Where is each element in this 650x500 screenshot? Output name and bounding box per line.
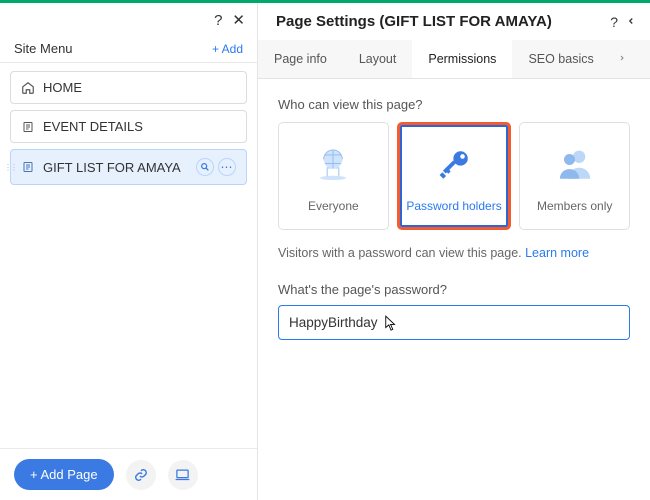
settings-tabs: Page info Layout Permissions SEO basics xyxy=(258,40,650,79)
members-icon xyxy=(553,137,597,193)
chevron-left-icon[interactable] xyxy=(626,14,636,30)
tab-page-info[interactable]: Page info xyxy=(258,40,343,78)
perm-card-members[interactable]: Members only xyxy=(519,122,630,230)
page-item-label: EVENT DETAILS xyxy=(43,119,143,134)
help-icon[interactable]: ? xyxy=(610,14,618,30)
page-list: HOME EVENT DETAILS GIFT LIST FOR AMAYA ⋯ xyxy=(0,63,257,448)
page-item-gift-list[interactable]: GIFT LIST FOR AMAYA ⋯ xyxy=(10,149,247,185)
perm-card-password[interactable]: Password holders xyxy=(397,122,512,230)
learn-more-link[interactable]: Learn more xyxy=(525,246,589,260)
page-item-label: GIFT LIST FOR AMAYA xyxy=(43,160,181,175)
tabs-scroll-right-icon[interactable] xyxy=(610,40,634,78)
close-icon[interactable]: ✕ xyxy=(232,11,245,29)
password-field-label: What's the page's password? xyxy=(278,282,630,297)
help-icon[interactable]: ? xyxy=(214,12,222,29)
add-page-button[interactable]: + Add Page xyxy=(14,459,114,490)
page-settings-panel: Page Settings (GIFT LIST FOR AMAYA) ? Pa… xyxy=(258,3,650,500)
page-item-event-details[interactable]: EVENT DETAILS xyxy=(10,110,247,143)
page-more-icon[interactable]: ⋯ xyxy=(218,158,236,176)
permission-helper-text: Visitors with a password can view this p… xyxy=(278,246,630,260)
page-item-label: HOME xyxy=(43,80,82,95)
site-menu-panel: ? ✕ Site Menu + Add HOME EVENT DETAILS xyxy=(0,3,258,500)
page-settings-title: Page Settings (GIFT LIST FOR AMAYA) xyxy=(276,13,602,30)
perm-card-everyone[interactable]: Everyone xyxy=(278,122,389,230)
perm-card-label: Everyone xyxy=(308,199,359,213)
page-search-icon[interactable] xyxy=(196,158,214,176)
page-password-input[interactable] xyxy=(278,305,630,340)
perm-card-label: Members only xyxy=(537,199,612,213)
home-icon xyxy=(21,81,35,95)
link-tool-button[interactable] xyxy=(126,460,156,490)
tab-seo-basics[interactable]: SEO basics xyxy=(512,40,609,78)
tab-permissions[interactable]: Permissions xyxy=(412,40,512,78)
permission-cards: Everyone Password holders Members only xyxy=(278,122,630,230)
device-preview-button[interactable] xyxy=(168,460,198,490)
tab-layout[interactable]: Layout xyxy=(343,40,413,78)
doc-icon xyxy=(21,160,35,174)
perm-card-label: Password holders xyxy=(406,199,501,213)
key-icon xyxy=(433,137,475,193)
page-item-home[interactable]: HOME xyxy=(10,71,247,104)
add-menu-item-button[interactable]: + Add xyxy=(212,42,243,56)
view-permission-label: Who can view this page? xyxy=(278,97,630,112)
site-menu-label: Site Menu xyxy=(14,41,73,56)
globe-icon xyxy=(310,137,356,193)
doc-icon xyxy=(21,120,35,134)
